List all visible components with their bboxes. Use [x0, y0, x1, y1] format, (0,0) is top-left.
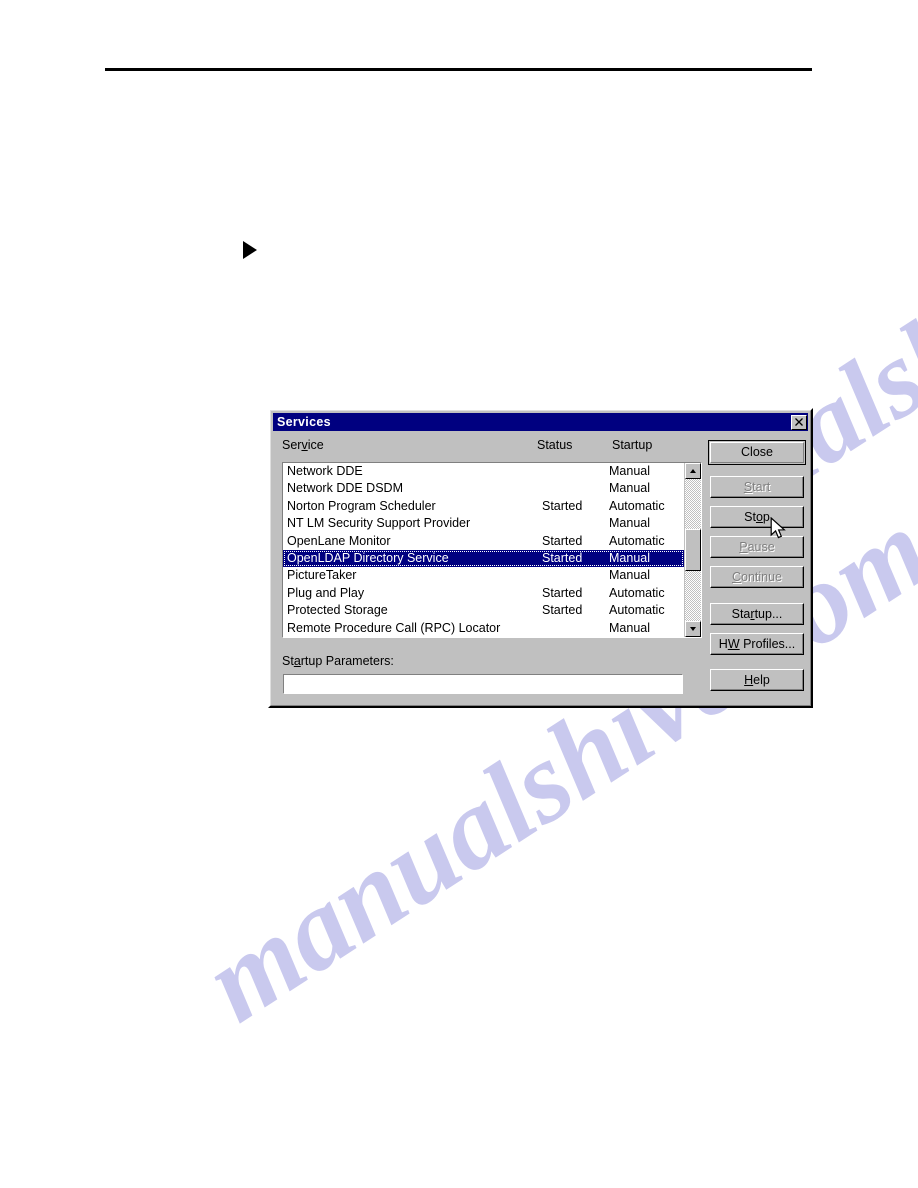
- service-name: Network DDE: [287, 464, 363, 478]
- button-label-before: St: [744, 510, 756, 524]
- service-startup: Manual: [609, 568, 650, 583]
- service-row[interactable]: Protected Storage Started Automatic: [283, 602, 684, 619]
- service-row[interactable]: NT LM Security Support Provider Manual: [283, 515, 684, 532]
- button-label-after: tart: [752, 480, 771, 494]
- service-name: NT LM Security Support Provider: [287, 516, 471, 531]
- service-name: Plug and Play: [287, 585, 365, 600]
- scroll-up-arrow-icon: [690, 469, 696, 473]
- services-list-rows: Network DDE Manual Network DDE DSDM Manual N…: [283, 463, 684, 637]
- service-name: Network DDE DSDM: [287, 481, 403, 496]
- listbox-vertical-scrollbar[interactable]: [684, 463, 701, 637]
- service-startup: Automatic: [609, 498, 665, 513]
- sp-label-before: St: [282, 654, 294, 668]
- service-name: Remote Procedure Call (RPC) Locator: [287, 620, 501, 635]
- service-name: OpenLane Monitor: [287, 533, 391, 548]
- list-column-headers: Service Status Startup: [282, 438, 702, 454]
- service-startup: Automatic: [609, 533, 665, 548]
- page-header-rule: [105, 68, 812, 71]
- service-startup: Automatic: [609, 585, 665, 600]
- scroll-up-button[interactable]: [685, 463, 701, 479]
- button-label-accel: C: [731, 570, 741, 584]
- button-label-accel: P: [739, 540, 748, 554]
- close-button[interactable]: Close: [708, 440, 806, 465]
- service-name: PictureTaker: [287, 568, 357, 583]
- pause-button: Pause: [710, 536, 804, 558]
- start-button: Start: [710, 476, 804, 498]
- service-row[interactable]: Network DDE DSDM Manual: [283, 480, 684, 497]
- service-startup: Manual: [609, 620, 650, 635]
- dialog-titlebar: Services: [273, 413, 808, 431]
- button-label-before: H: [718, 637, 728, 651]
- button-label-accel: o: [755, 510, 763, 524]
- accel-v: v: [301, 438, 308, 452]
- service-name: OpenLDAP Directory Service: [287, 550, 449, 565]
- service-startup: Manual: [609, 481, 650, 496]
- service-row[interactable]: OpenLDAP Directory Service Started Manual: [283, 549, 684, 568]
- scroll-down-button[interactable]: [685, 621, 701, 637]
- button-label-accel: W: [727, 637, 740, 651]
- continue-button: Continue: [710, 566, 804, 588]
- close-button[interactable]: [791, 414, 807, 430]
- service-status: Started: [542, 550, 583, 565]
- button-label-after: elp: [753, 673, 770, 687]
- startup-parameters-label: Startup Parameters:: [282, 654, 394, 668]
- service-name: Protected Storage: [287, 603, 388, 618]
- service-row[interactable]: Network DDE Manual: [283, 463, 684, 480]
- service-status: Started: [542, 603, 583, 618]
- column-header-service[interactable]: Service: [282, 438, 324, 452]
- button-label-after: ontinue: [741, 570, 783, 584]
- services-dialog: Services Service Status Startup Network …: [268, 408, 813, 708]
- scrollbar-thumb[interactable]: [685, 529, 701, 571]
- stop-button[interactable]: Stop: [710, 506, 804, 528]
- service-startup: Manual: [609, 516, 650, 531]
- button-label-accel: S: [743, 480, 753, 494]
- scroll-down-arrow-icon: [690, 627, 696, 631]
- service-row[interactable]: OpenLane Monitor Started Automatic: [283, 533, 684, 550]
- button-label-before: Sta: [731, 607, 751, 621]
- sp-label-accel: a: [293, 654, 301, 668]
- service-status: Started: [542, 498, 583, 513]
- service-status: Started: [542, 533, 583, 548]
- button-label-after: tup...: [754, 607, 783, 621]
- service-row[interactable]: Plug and Play Started Automatic: [283, 585, 684, 602]
- dialog-title: Services: [277, 415, 331, 429]
- service-startup: Manual: [609, 464, 650, 478]
- help-button[interactable]: Help: [710, 669, 804, 691]
- service-row[interactable]: PictureTaker Manual: [283, 567, 684, 584]
- service-status: Started: [542, 585, 583, 600]
- button-label-after: Close: [741, 445, 773, 459]
- hw-profiles-button[interactable]: HW Profiles...: [710, 633, 804, 655]
- services-listbox[interactable]: Network DDE Manual Network DDE DSDM Manual N…: [282, 462, 702, 638]
- startup-parameters-input[interactable]: [283, 674, 683, 694]
- service-startup: Manual: [609, 550, 650, 565]
- column-header-status[interactable]: Status: [537, 438, 572, 452]
- button-label-accel: H: [744, 673, 754, 687]
- service-row[interactable]: Norton Program Scheduler Started Automatic: [283, 498, 684, 515]
- sp-label-after: rtup Parameters:: [300, 654, 394, 668]
- triangle-bullet-icon: [243, 241, 257, 259]
- service-name: Norton Program Scheduler: [287, 498, 436, 513]
- service-startup: Automatic: [609, 603, 665, 618]
- button-label-after: ause: [747, 540, 775, 554]
- service-row[interactable]: Remote Procedure Call (RPC) Locator Manua…: [283, 620, 684, 637]
- startup-button[interactable]: Startup...: [710, 603, 804, 625]
- button-label-after: Profiles...: [739, 637, 796, 651]
- column-header-startup[interactable]: Startup: [612, 438, 652, 452]
- button-label-after: p: [762, 510, 770, 524]
